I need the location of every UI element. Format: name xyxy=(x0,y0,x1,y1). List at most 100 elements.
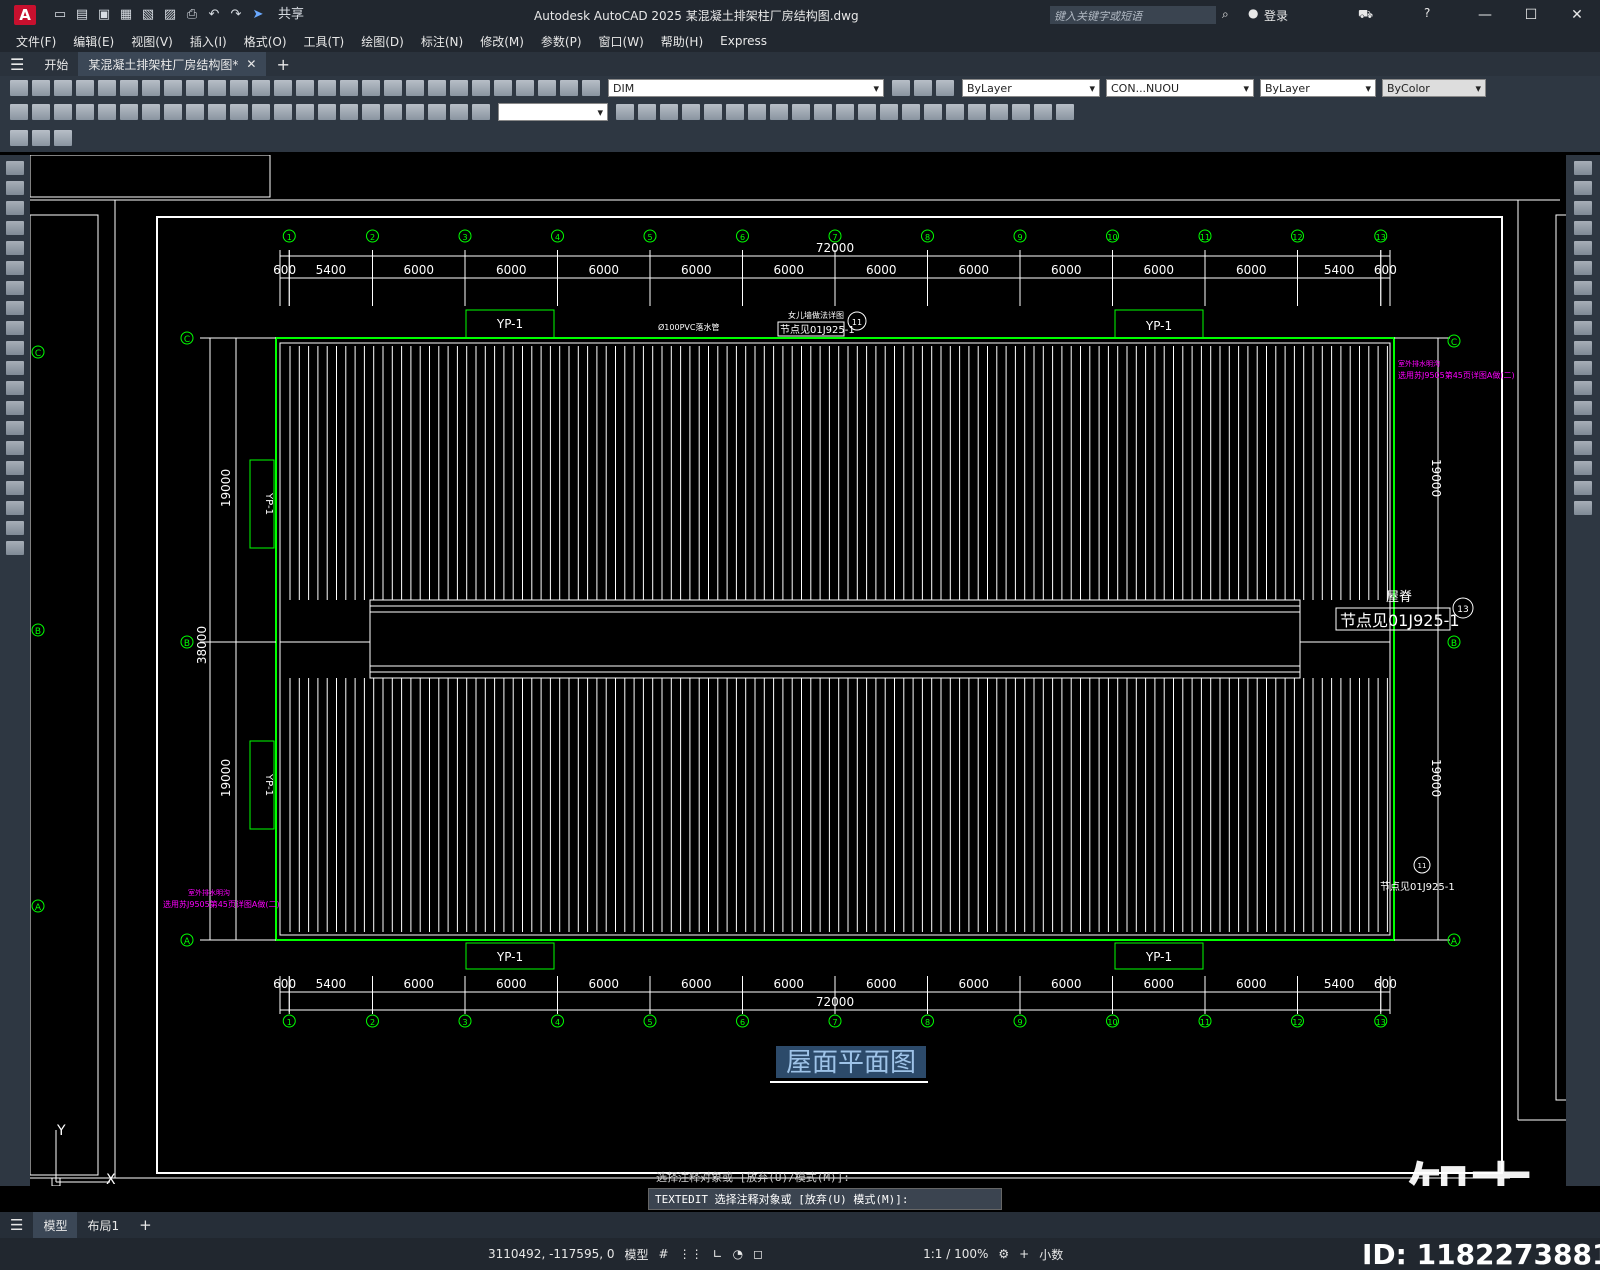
save-as-icon[interactable]: ▦ xyxy=(118,7,134,23)
tab-drawing[interactable]: 某混凝土排架柱厂房结构图* ✕ xyxy=(78,52,267,76)
menu-express[interactable]: Express xyxy=(720,34,767,48)
add-icon[interactable]: + xyxy=(1019,1247,1029,1261)
units-display[interactable]: 小数 xyxy=(1039,1246,1063,1263)
tab-model[interactable]: 模型 xyxy=(33,1212,78,1238)
svg-text:11: 11 xyxy=(852,318,862,327)
maximize-icon[interactable]: ☐ xyxy=(1508,0,1554,30)
save-icon[interactable]: ▣ xyxy=(96,7,112,23)
svg-text:4: 4 xyxy=(555,1018,560,1027)
layer-dropdown[interactable]: DIM ▾ xyxy=(608,79,884,97)
svg-text:B: B xyxy=(35,627,41,637)
add-layout-icon[interactable]: + xyxy=(129,1216,162,1234)
plot-icon[interactable]: ⎙ xyxy=(184,7,200,23)
polar-icon[interactable]: ◔ xyxy=(733,1247,743,1261)
menu-window[interactable]: 窗口(W) xyxy=(599,33,644,50)
svg-text:13: 13 xyxy=(1376,1018,1386,1027)
axis-bubble-bottom: 8 xyxy=(921,1014,934,1028)
svg-text:YP-1: YP-1 xyxy=(263,492,274,515)
modify-tool-icons[interactable] xyxy=(616,104,1076,120)
span-dim-top: 5400 xyxy=(1324,263,1355,277)
save-web-icon[interactable]: ▨ xyxy=(162,7,178,23)
dimstyle-dropdown[interactable]: ▾ xyxy=(498,103,608,121)
new-tab-button[interactable]: + xyxy=(266,52,299,76)
menu-insert[interactable]: 插入(I) xyxy=(190,33,227,50)
span-dim-bottom: 5400 xyxy=(1324,977,1355,991)
osnap-icon[interactable]: ◻ xyxy=(753,1247,763,1261)
top-dimensions: 72000600 5400 6000 6000 6000 6000 6000 6000 6000… xyxy=(273,241,1397,306)
search-icon[interactable]: ⌕ xyxy=(1222,7,1229,22)
command-line-input[interactable]: TEXTEDIT 选择注释对象或 [放弃(U) 模式(M)]: xyxy=(648,1188,1002,1210)
open-web-icon[interactable]: ▧ xyxy=(140,7,156,23)
menu-modify[interactable]: 修改(M) xyxy=(480,33,524,50)
settings-icon[interactable]: ⚙ xyxy=(998,1247,1009,1261)
share-button[interactable]: 共享 xyxy=(278,7,304,23)
drawing-canvas[interactable]: 1 1 2 2 3 3 4 4 5 5 6 6 7 7 8 8 9 9 10 10 11 11 12 12 13 13 72000… xyxy=(30,155,1566,1186)
new-file-icon[interactable]: ▭ xyxy=(52,7,68,23)
ortho-icon[interactable]: ∟ xyxy=(713,1247,723,1261)
tab-layout1[interactable]: 布局1 xyxy=(77,1217,129,1234)
hamburger-menu-icon[interactable]: ☰ xyxy=(0,52,34,76)
cart-icon[interactable]: ⛟ xyxy=(1358,7,1373,23)
detail-bubble-right: 11 xyxy=(1413,856,1431,874)
yp-box-left-lower: YP-1 xyxy=(249,740,275,830)
undo-icon[interactable]: ↶ xyxy=(206,7,222,23)
modify-toolbar[interactable] xyxy=(1566,155,1600,1186)
right-dim-lower: 19000 xyxy=(1429,759,1443,797)
axis-bubble-b-left: B xyxy=(180,635,194,649)
svg-text:1: 1 xyxy=(287,1018,292,1027)
layer-tool-icons[interactable] xyxy=(892,80,956,96)
chevron-down-icon: ▾ xyxy=(1243,81,1249,95)
axis-bubble-bottom: 13 xyxy=(1374,1014,1388,1028)
bottom-dimensions: 72000600 5400 6000 6000 6000 6000 6000 6000 6000… xyxy=(273,976,1397,1014)
draw-toolbar[interactable] xyxy=(0,155,30,1186)
pipe-note: Ø100PVC落水管 xyxy=(658,322,719,332)
left-dim-upper: 19000 xyxy=(219,469,233,507)
snap-icon[interactable]: ⋮⋮ xyxy=(679,1247,703,1261)
menu-parametric[interactable]: 参数(P) xyxy=(541,33,582,50)
color-dropdown[interactable]: ByLayer ▾ xyxy=(962,79,1100,97)
axis-bubble-bottom: 4 xyxy=(551,1014,564,1028)
menu-edit[interactable]: 编辑(E) xyxy=(73,33,114,50)
menu-help[interactable]: 帮助(H) xyxy=(661,33,703,50)
yp-box-top-left: YP-1 xyxy=(465,309,555,339)
svg-text:11: 11 xyxy=(1200,233,1210,242)
close-tab-icon[interactable]: ✕ xyxy=(246,57,256,71)
span-dim-top: 5400 xyxy=(316,263,347,277)
menu-dimension[interactable]: 标注(N) xyxy=(421,33,463,50)
axis-bubble-bottom: 3 xyxy=(458,1014,472,1028)
menu-file[interactable]: 文件(F) xyxy=(16,33,56,50)
standard-tool-icons[interactable] xyxy=(10,80,602,96)
close-icon[interactable]: ✕ xyxy=(1554,0,1600,30)
dimension-tool-icons[interactable] xyxy=(10,104,492,120)
linetype-dropdown[interactable]: CON...NUOU ▾ xyxy=(1106,79,1254,97)
search-input[interactable]: 键入关键字或短语 xyxy=(1050,6,1216,24)
model-space-button[interactable]: 模型 xyxy=(624,1246,648,1263)
layout-menu-icon[interactable]: ☰ xyxy=(0,1216,33,1234)
grid-icon[interactable]: # xyxy=(659,1247,669,1261)
span-dim-top: 600 xyxy=(1374,263,1397,277)
login-button[interactable]: 登录 xyxy=(1264,7,1288,24)
annotation-scale[interactable]: 1:1 / 100% xyxy=(923,1247,988,1261)
svg-text:YP-1: YP-1 xyxy=(496,317,523,331)
autocad-logo-icon[interactable]: A xyxy=(14,5,36,25)
menu-tools[interactable]: 工具(T) xyxy=(304,33,345,50)
tab-start[interactable]: 开始 xyxy=(34,52,78,76)
plotstyle-dropdown[interactable]: ByColor ▾ xyxy=(1382,79,1486,97)
gutter-title-left: 室外排水明沟 xyxy=(188,888,230,897)
menu-view[interactable]: 视图(V) xyxy=(131,33,173,50)
share-icon[interactable]: ➤ xyxy=(250,7,266,23)
extra-tool-icons[interactable] xyxy=(10,130,74,146)
help-icon[interactable]: ? xyxy=(1424,6,1430,20)
menu-format[interactable]: 格式(O) xyxy=(244,33,287,50)
axis-bubble-bottom: 10 xyxy=(1106,1014,1119,1028)
lineweight-dropdown[interactable]: ByLayer ▾ xyxy=(1260,79,1376,97)
minimize-icon[interactable]: — xyxy=(1462,0,1508,30)
redo-icon[interactable]: ↷ xyxy=(228,7,244,23)
menu-draw[interactable]: 绘图(D) xyxy=(361,33,404,50)
layer-name: DIM xyxy=(613,81,635,95)
open-file-icon[interactable]: ▤ xyxy=(74,7,90,23)
svg-text:5: 5 xyxy=(647,233,652,242)
svg-text:12: 12 xyxy=(1292,1018,1302,1027)
axis-bubble-b-far: B xyxy=(31,623,45,637)
svg-text:3: 3 xyxy=(462,1018,467,1027)
